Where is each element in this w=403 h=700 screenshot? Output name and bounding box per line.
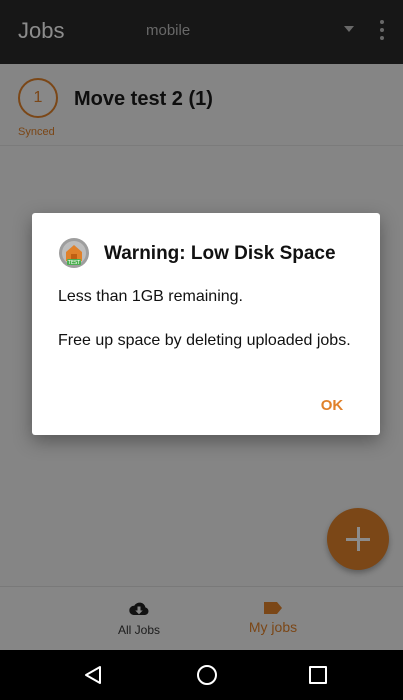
back-icon[interactable] bbox=[84, 665, 102, 685]
system-navigation-bar bbox=[0, 650, 403, 700]
app-logo-test-icon: TEST bbox=[59, 238, 89, 268]
recents-icon[interactable] bbox=[309, 666, 327, 684]
dialog-title: Warning: Low Disk Space bbox=[104, 243, 336, 264]
low-disk-space-dialog: TEST Warning: Low Disk Space Less than 1… bbox=[32, 213, 380, 435]
dialog-message-remaining: Less than 1GB remaining. bbox=[58, 288, 243, 305]
app-screen: Jobs mobile 1 Synced Move test 2 (1) All… bbox=[0, 0, 403, 700]
home-icon[interactable] bbox=[197, 665, 217, 685]
svg-text:TEST: TEST bbox=[67, 260, 81, 266]
dialog-message-advice: Free up space by deleting uploaded jobs. bbox=[58, 332, 351, 349]
ok-button[interactable]: OK bbox=[308, 391, 356, 419]
